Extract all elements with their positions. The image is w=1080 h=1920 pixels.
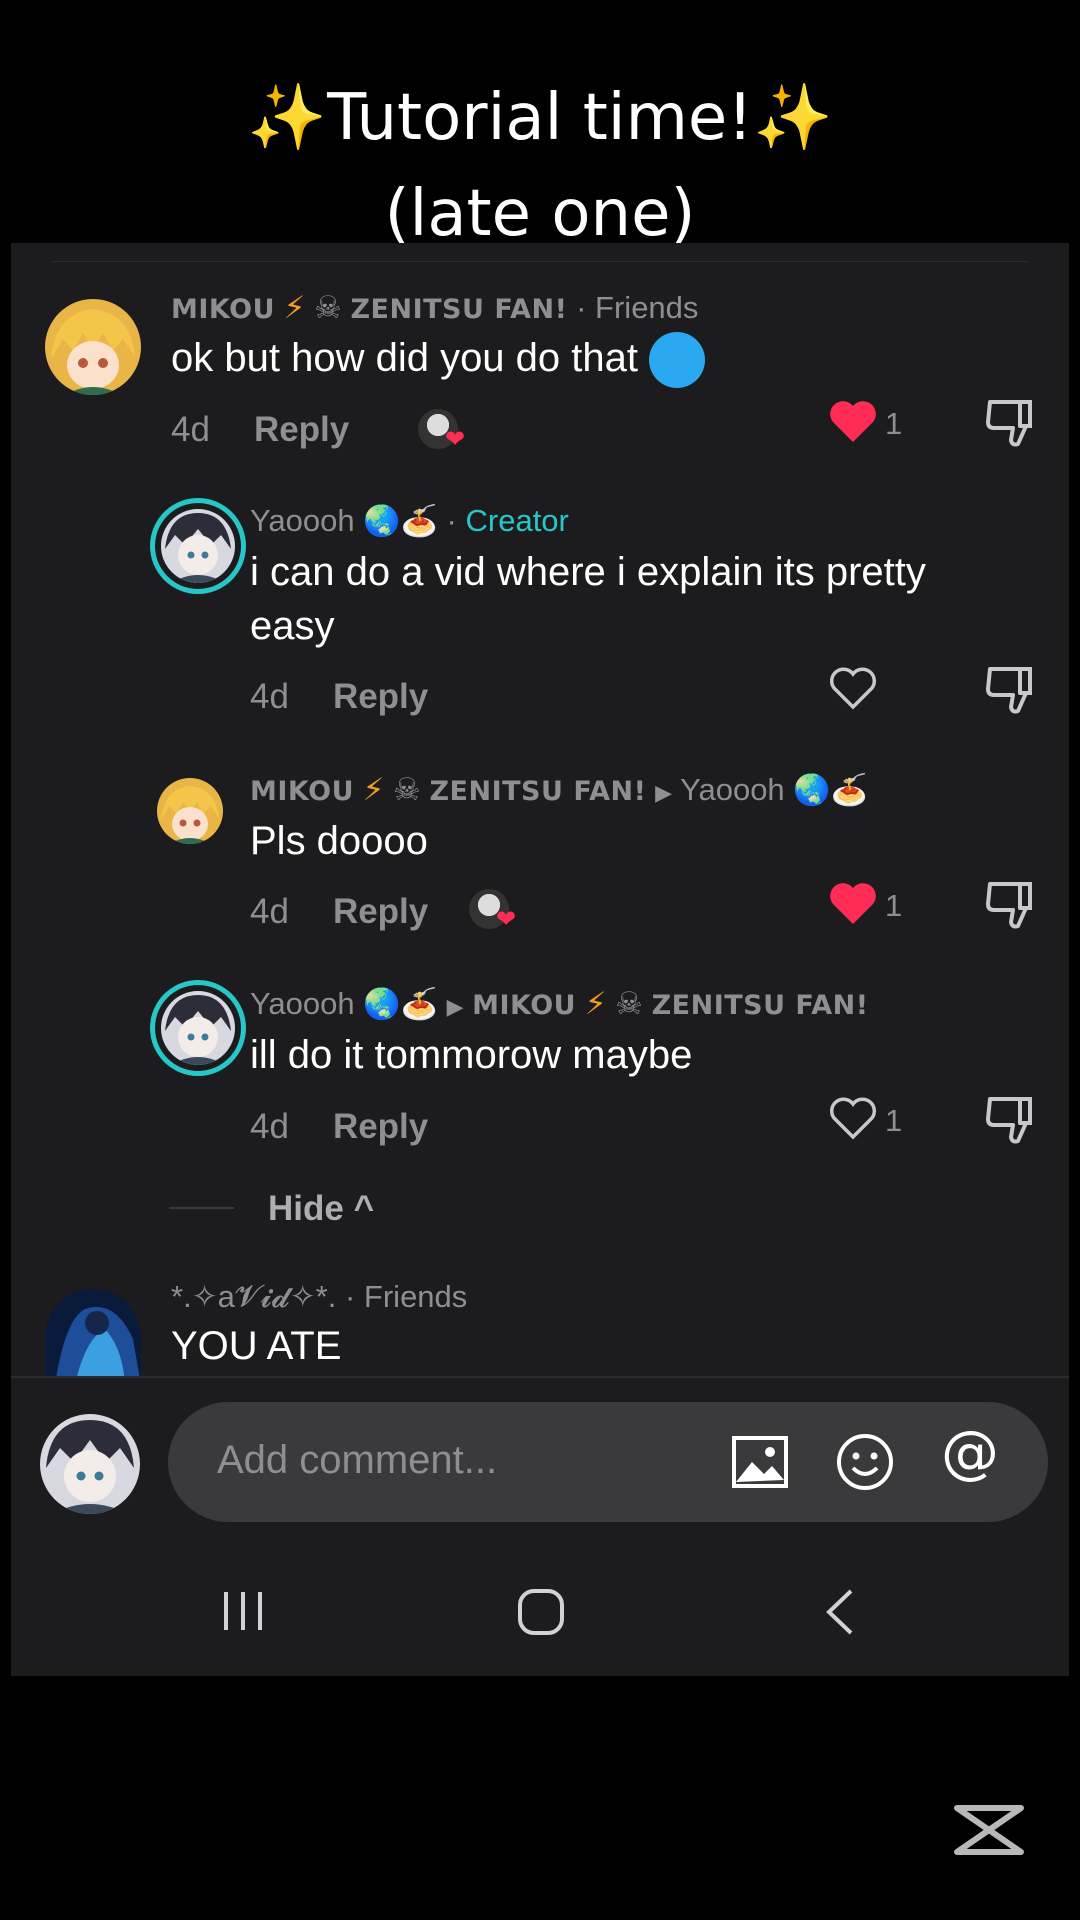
avatar[interactable] bbox=[157, 778, 223, 844]
comment-text: ill do it tommorow maybe bbox=[250, 1033, 693, 1077]
lightning-icon: ⚡ bbox=[584, 986, 607, 1021]
comment-meta: 4d Reply bbox=[250, 1107, 429, 1146]
dislike-icon[interactable] bbox=[984, 1093, 1036, 1145]
comment-text: YOU ATE bbox=[171, 1324, 342, 1368]
friends-tag: Friends bbox=[363, 1279, 468, 1314]
comment-username[interactable]: Yaoooh 🌏🍝 · Creator bbox=[250, 503, 569, 539]
like-count: 1 bbox=[885, 406, 903, 441]
reply-button[interactable]: Reply bbox=[333, 1107, 428, 1146]
lightning-icon: ⚡ bbox=[283, 290, 306, 325]
image-icon[interactable] bbox=[730, 1432, 790, 1492]
mention-icon[interactable]: @ bbox=[940, 1422, 1000, 1482]
user-avatar[interactable] bbox=[40, 1414, 140, 1514]
reply-button[interactable]: Reply bbox=[333, 677, 428, 716]
like-count: 1 bbox=[885, 888, 903, 923]
recent-apps-icon[interactable] bbox=[218, 1588, 268, 1634]
video-caption-line2: (late one) bbox=[384, 177, 696, 251]
dislike-icon[interactable] bbox=[984, 663, 1036, 715]
heart-icon[interactable] bbox=[828, 880, 878, 926]
skull-icon: ☠ bbox=[393, 772, 421, 807]
emoji-icon[interactable] bbox=[835, 1432, 895, 1492]
composer-divider bbox=[11, 1376, 1069, 1378]
creator-heart-icon: ❤ bbox=[445, 426, 466, 453]
panel-top-divider bbox=[51, 261, 1029, 262]
comment-input-placeholder: Add comment... bbox=[217, 1438, 498, 1482]
creator-avatar[interactable] bbox=[161, 509, 235, 583]
comment-meta: 4d Reply bbox=[250, 677, 429, 716]
sad-face-emoji: 😥 bbox=[649, 332, 706, 389]
hide-replies-button[interactable]: Hide ^ bbox=[268, 1189, 374, 1229]
heart-icon[interactable] bbox=[828, 1095, 878, 1141]
reply-arrow-icon: ▶ bbox=[446, 994, 464, 1019]
heart-icon[interactable] bbox=[828, 665, 878, 711]
comment-username[interactable]: mikou ⚡ ☠ zenitsu fan! · Friends bbox=[171, 290, 698, 326]
comment-username[interactable]: *.✧a𝓥𝓲𝓭✧*. · Friends bbox=[171, 1279, 467, 1316]
reply-arrow-icon: ▶ bbox=[655, 780, 673, 805]
home-icon[interactable] bbox=[516, 1587, 566, 1637]
avatar[interactable] bbox=[45, 299, 141, 395]
reply-button[interactable]: Reply bbox=[333, 892, 428, 931]
dislike-icon[interactable] bbox=[984, 396, 1036, 448]
hide-divider bbox=[169, 1207, 234, 1209]
video-caption-line1: ✨Tutorial time!✨ bbox=[247, 81, 833, 155]
capcut-logo-icon bbox=[954, 1805, 1024, 1855]
friends-tag: Friends bbox=[595, 290, 699, 325]
like-count: 1 bbox=[885, 1103, 903, 1138]
skull-icon: ☠ bbox=[615, 986, 643, 1021]
avatar[interactable] bbox=[45, 1289, 141, 1376]
heart-icon[interactable] bbox=[828, 398, 878, 444]
comment-username[interactable]: Yaoooh 🌏🍝 ▶ mikou ⚡ ☠ zenitsu fan! bbox=[250, 986, 869, 1022]
globe-pasta-emoji: 🌏🍝 bbox=[363, 988, 438, 1021]
skull-icon: ☠ bbox=[314, 290, 342, 325]
comments-panel: mikou ⚡ ☠ zenitsu fan! · Friends ok but … bbox=[11, 243, 1069, 1676]
comment-text: Pls doooo bbox=[250, 819, 428, 863]
back-icon[interactable] bbox=[821, 1587, 857, 1637]
globe-pasta-emoji: 🌏🍝 bbox=[793, 774, 869, 807]
comment-input[interactable]: Add comment... @ bbox=[168, 1402, 1048, 1522]
comment-username[interactable]: mikou ⚡ ☠ zenitsu fan! ▶ Yaoooh 🌏🍝 bbox=[250, 772, 868, 808]
comment-text: ok but how did you do that 😥 bbox=[171, 331, 706, 389]
creator-avatar[interactable] bbox=[161, 991, 235, 1065]
creator-heart-icon: ❤ bbox=[496, 906, 517, 933]
reply-button[interactable]: Reply bbox=[254, 410, 349, 449]
lightning-icon: ⚡ bbox=[362, 772, 385, 807]
comment-meta: 4d Reply bbox=[171, 410, 350, 449]
comment-meta: 4d Reply bbox=[250, 892, 429, 931]
comment-text: i can do a vid where i explain its prett… bbox=[250, 550, 926, 648]
creator-tag: Creator bbox=[465, 503, 569, 538]
dislike-icon[interactable] bbox=[984, 878, 1036, 930]
globe-pasta-emoji: 🌏🍝 bbox=[363, 505, 438, 538]
